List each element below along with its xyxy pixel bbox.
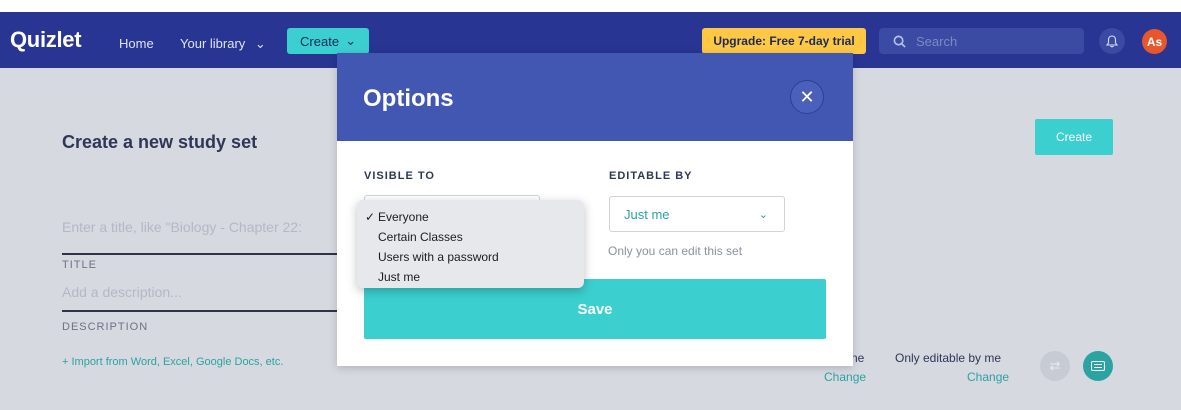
change-editable-link[interactable]: Change	[967, 370, 1009, 384]
dropdown-option-label: Users with a password	[378, 250, 499, 264]
checkmark-icon: ✓	[365, 210, 376, 224]
search-input[interactable]	[914, 32, 1068, 50]
dropdown-option-label: Everyone	[378, 210, 429, 224]
chevron-down-icon: ⌄	[254, 36, 266, 51]
modal-header: Options ✕	[337, 53, 853, 141]
keyboard-button[interactable]	[1083, 351, 1113, 381]
description-underline	[62, 310, 342, 312]
editable-by-value: Just me	[624, 206, 670, 222]
notification-bell[interactable]	[1099, 28, 1125, 54]
description-label: DESCRIPTION	[62, 321, 149, 333]
visibility-dropdown-menu: ✓ Everyone Certain Classes Users with a …	[357, 200, 584, 288]
bell-icon	[1106, 34, 1118, 47]
keyboard-icon	[1091, 361, 1105, 371]
close-button[interactable]: ✕	[790, 80, 824, 114]
nav-library-menu[interactable]: Your library ⌄	[180, 36, 266, 52]
avatar[interactable]: As	[1142, 29, 1167, 54]
title-input[interactable]: Enter a title, like "Biology - Chapter 2…	[62, 219, 302, 235]
dropdown-option-label: Just me	[378, 270, 421, 284]
close-icon: ✕	[799, 86, 815, 107]
nav-home-link[interactable]: Home	[119, 36, 154, 51]
upgrade-button[interactable]: Upgrade: Free 7-day trial	[702, 28, 866, 54]
swap-button[interactable]: ⇄	[1040, 351, 1070, 381]
visible-to-label: VISIBLE TO	[364, 170, 435, 182]
dropdown-option-label: Certain Classes	[378, 230, 463, 244]
dropdown-option-everyone[interactable]: ✓ Everyone	[357, 207, 584, 227]
create-set-button[interactable]: Create	[1035, 119, 1113, 155]
dropdown-option-password-users[interactable]: Users with a password	[357, 247, 584, 267]
dropdown-option-certain-classes[interactable]: Certain Classes	[357, 227, 584, 247]
quizlet-logo[interactable]: Quizlet	[10, 27, 82, 53]
search-bar[interactable]	[879, 28, 1084, 54]
editable-helper-text: Only you can edit this set	[608, 244, 743, 258]
swap-icon: ⇄	[1049, 358, 1061, 373]
save-button[interactable]: Save	[364, 279, 826, 339]
title-underline	[62, 253, 342, 255]
nav-library-label: Your library	[180, 36, 246, 51]
nav-create-button[interactable]: Create ⌄	[287, 28, 369, 54]
import-link[interactable]: + Import from Word, Excel, Google Docs, …	[62, 356, 283, 368]
visibility-summary: ne	[851, 351, 865, 365]
title-label: TITLE	[62, 259, 97, 271]
editable-summary: Only editable by me	[895, 351, 1002, 365]
chevron-down-icon: ⌄	[345, 33, 356, 48]
change-visibility-link[interactable]: Change	[824, 370, 866, 384]
editable-by-label: EDITABLE BY	[609, 170, 693, 182]
chevron-down-icon: ⌄	[758, 208, 768, 221]
editable-by-select[interactable]: Just me ⌄	[609, 196, 785, 232]
nav-create-label: Create	[300, 33, 340, 49]
dropdown-option-just-me[interactable]: Just me	[357, 267, 584, 287]
modal-title: Options	[363, 85, 454, 112]
page-title: Create a new study set	[62, 132, 258, 152]
description-input[interactable]: Add a description...	[62, 284, 182, 300]
search-icon	[893, 35, 906, 48]
